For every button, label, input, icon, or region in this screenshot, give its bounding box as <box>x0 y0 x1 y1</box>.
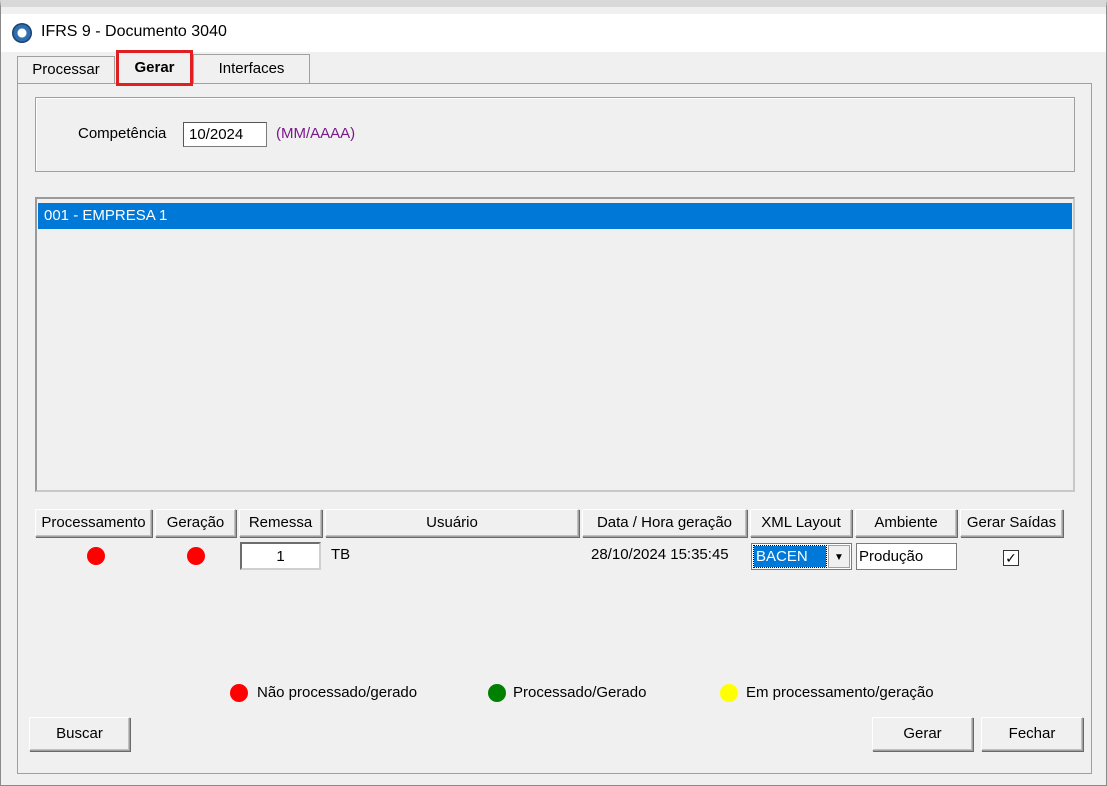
remessa-input[interactable] <box>240 542 321 570</box>
competencia-format-hint: (MM/AAAA) <box>276 125 356 142</box>
tab-interfaces[interactable]: Interfaces <box>193 54 310 84</box>
legend-green-dot <box>488 684 506 702</box>
geracao-status-dot <box>187 547 205 565</box>
competencia-label: Competência <box>78 125 167 142</box>
xml-layout-select[interactable]: BACEN ▼ <box>751 543 852 570</box>
gerar-saidas-checkbox[interactable]: ✓ <box>1003 550 1019 566</box>
tab-gerar[interactable]: Gerar <box>116 50 193 86</box>
legend-yellow-dot <box>720 684 738 702</box>
column-header-xml-layout[interactable]: XML Layout <box>750 509 852 537</box>
column-header-geracao[interactable]: Geração <box>155 509 236 537</box>
column-header-processamento[interactable]: Processamento <box>35 509 152 537</box>
data-hora-cell: 28/10/2024 15:35:45 <box>591 546 729 563</box>
column-header-ambiente[interactable]: Ambiente <box>855 509 957 537</box>
app-logo-icon <box>12 23 32 43</box>
tab-strip: Processar Interfaces Gerar <box>17 50 1105 86</box>
title-bar: IFRS 9 - Documento 3040 <box>1 14 1106 52</box>
xml-layout-selected-value: BACEN <box>753 545 827 568</box>
tab-processar[interactable]: Processar <box>17 56 115 84</box>
empresa-list[interactable]: 001 - EMPRESA 1 <box>35 197 1075 492</box>
gerar-button[interactable]: Gerar <box>872 717 973 751</box>
column-header-usuario[interactable]: Usuário <box>325 509 579 537</box>
legend-processado: Processado/Gerado <box>513 684 647 701</box>
legend-nao-processado: Não processado/gerado <box>257 684 418 701</box>
ambiente-input[interactable] <box>856 543 957 570</box>
fechar-button[interactable]: Fechar <box>981 717 1083 751</box>
column-header-gerar-saidas[interactable]: Gerar Saídas <box>960 509 1063 537</box>
competencia-input[interactable] <box>183 122 267 147</box>
usuario-cell: TB <box>331 546 351 563</box>
buscar-button[interactable]: Buscar <box>29 717 130 751</box>
chevron-down-icon[interactable]: ▼ <box>828 545 850 568</box>
column-header-remessa[interactable]: Remessa <box>239 509 322 537</box>
legend-em-processamento: Em processamento/geração <box>746 684 934 701</box>
column-header-data-hora[interactable]: Data / Hora geração <box>582 509 747 537</box>
empresa-list-item-selected[interactable]: 001 - EMPRESA 1 <box>38 203 1072 229</box>
legend-red-dot <box>230 684 248 702</box>
window-title: IFRS 9 - Documento 3040 <box>41 23 227 40</box>
processamento-status-dot <box>87 547 105 565</box>
